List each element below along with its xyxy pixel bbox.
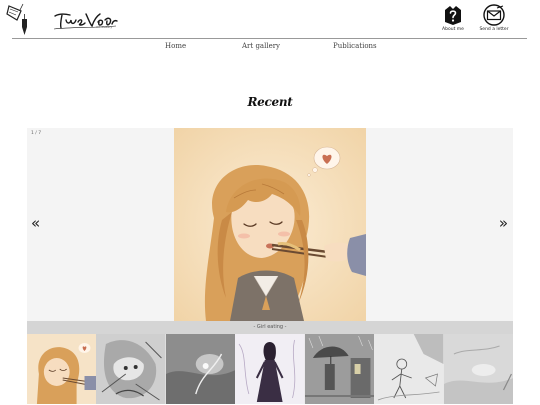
mist-sketch-thumbnail-icon bbox=[165, 334, 236, 404]
slide-main-image bbox=[174, 128, 366, 321]
slide-counter: 1 / 7 bbox=[31, 131, 42, 136]
send-letter-label: Send a letter bbox=[479, 27, 509, 32]
question-mark-icon bbox=[445, 6, 461, 25]
thumbnail-5[interactable] bbox=[304, 334, 375, 404]
rain-umbrella-thumbnail-icon bbox=[304, 334, 375, 404]
about-me-label: About me bbox=[442, 27, 464, 32]
girl-eating-illustration bbox=[174, 128, 366, 321]
girl-eating-thumbnail-icon bbox=[27, 334, 97, 404]
previous-slide-button[interactable]: « bbox=[31, 216, 40, 231]
nav-publications-link[interactable]: Publications bbox=[333, 42, 377, 50]
nav-home-link[interactable]: Home bbox=[165, 42, 186, 50]
thumbnail-3[interactable] bbox=[165, 334, 236, 404]
image-slider: 1 / 7 « » bbox=[27, 128, 513, 321]
girl-dress-thumbnail-icon bbox=[235, 334, 305, 404]
figure-sketch-thumbnail-icon bbox=[374, 334, 444, 404]
thumbnail-2[interactable] bbox=[96, 334, 166, 404]
thumbnail-strip bbox=[27, 334, 513, 404]
send-letter-link[interactable]: Send a letter bbox=[474, 4, 514, 32]
faded-sketch-thumbnail-icon bbox=[443, 334, 513, 404]
header-divider bbox=[12, 38, 527, 39]
creature-sketch-thumbnail-icon bbox=[96, 334, 166, 404]
about-me-link[interactable]: About me bbox=[436, 4, 470, 32]
thumbnail-1[interactable] bbox=[27, 334, 97, 404]
envelope-icon bbox=[483, 4, 505, 26]
nav-art-gallery-link[interactable]: Art gallery bbox=[242, 42, 280, 50]
thumbnail-6[interactable] bbox=[374, 334, 444, 404]
thumbnail-4[interactable] bbox=[235, 334, 305, 404]
site-wordmark-logo[interactable] bbox=[52, 8, 120, 34]
section-title: Recent bbox=[247, 95, 293, 109]
next-slide-button[interactable]: » bbox=[499, 216, 508, 231]
thumbnail-7[interactable] bbox=[443, 334, 513, 404]
logo-caption: Art Gallery bbox=[96, 25, 113, 29]
slide-caption: - Girl eating - bbox=[27, 321, 513, 334]
pen-logo-icon[interactable] bbox=[4, 2, 30, 36]
